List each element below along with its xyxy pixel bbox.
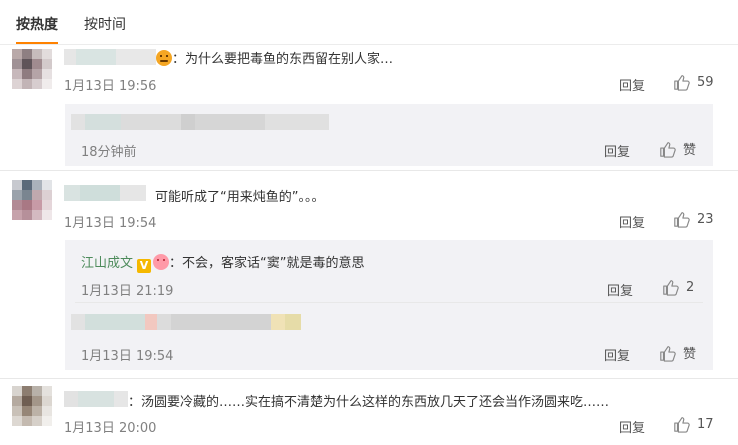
like-count: 2 [686,279,695,295]
divider [0,378,738,379]
tab-by-popularity[interactable]: 按热度 [16,14,58,44]
comment-text: 可能听成了“用来炖鱼的”。。。 [155,190,325,205]
thumbs-up-icon [660,141,676,158]
sort-tabs: 按热度 按时间 [0,0,738,45]
like-button[interactable]: 17 [673,415,714,433]
blurred-reply-text [71,314,301,330]
thumbs-up-icon [674,75,690,91]
reply-time: 1月13日 19:54 [81,349,174,364]
reply-button[interactable]: 回复 [607,280,633,299]
reply-button[interactable]: 回复 [619,417,645,436]
like-count: 23 [697,211,714,227]
blurred-username [64,185,146,201]
comment-text: ：汤圆要冷藏的……实在搞不清楚为什么这样的东西放几天了还会当作汤圆来吃…… [128,395,610,410]
thumbs-up-icon [660,345,676,362]
divider [0,170,738,171]
comment-time: 1月13日 19:56 [64,79,157,94]
reply-box: 18分钟前 回复 赞 [65,104,713,166]
reply-box: 江山成文 V ：不会，客家话“窦”就是毒的意思 1月13日 21:19 回复 2 1… [65,240,713,370]
blurred-username [64,391,128,407]
thumbs-up-icon [674,212,690,228]
thumbs-up-icon [663,280,679,296]
reply-username[interactable]: 江山成文 [81,256,133,271]
like-count: 59 [697,74,714,90]
emoji-icon [156,50,172,66]
reply-button[interactable]: 回复 [619,212,645,231]
thumbs-up-icon [674,417,690,433]
comment-text: ：为什么要把毒鱼的东西留在别人家… [172,52,394,67]
verified-v-icon: V [137,259,152,273]
reply-button[interactable]: 回复 [604,345,630,364]
like-button[interactable]: 23 [673,210,714,228]
reply-button[interactable]: 回复 [604,141,630,160]
tab-by-time[interactable]: 按时间 [84,14,126,34]
avatar[interactable] [12,386,52,426]
comment-time: 1月13日 19:54 [64,216,157,231]
avatar[interactable] [12,49,52,89]
like-button[interactable]: 赞 [659,343,696,362]
like-button[interactable]: 59 [673,73,714,91]
reply-button[interactable]: 回复 [619,75,645,94]
reply-time: 18分钟前 [81,145,137,160]
reply-time: 1月13日 21:19 [81,284,174,299]
blurred-reply-text [71,114,329,130]
reply-text: ：不会，客家话“窦”就是毒的意思 [169,256,365,271]
like-count: 17 [697,416,714,432]
comment-time: 1月13日 20:00 [64,421,157,436]
divider [75,302,703,303]
emoji-icon [153,254,170,270]
blurred-username [64,49,156,65]
like-button[interactable]: 赞 [659,139,696,158]
avatar[interactable] [12,180,52,220]
like-label: 赞 [683,347,697,362]
like-label: 赞 [683,143,697,158]
like-button[interactable]: 2 [662,278,694,296]
